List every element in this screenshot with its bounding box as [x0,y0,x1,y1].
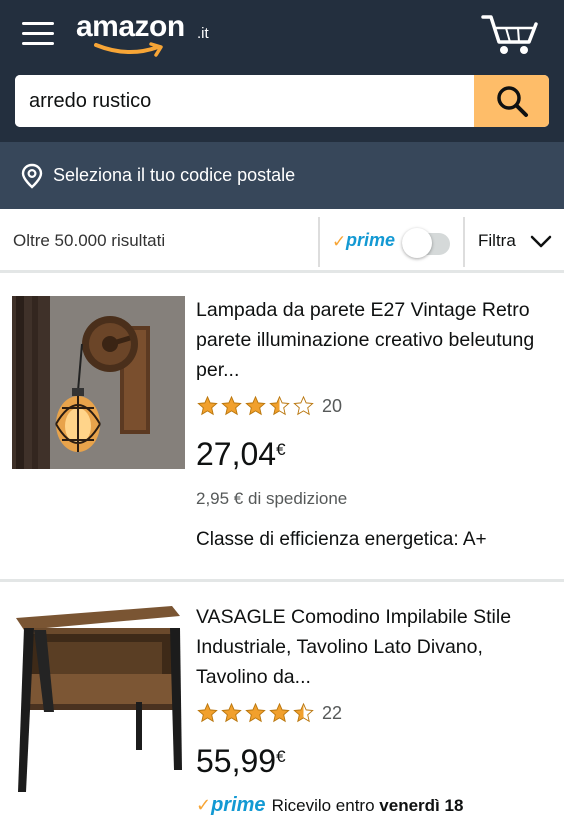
star-full-icon [245,395,266,416]
prime-label: prime [346,230,396,250]
energy-class: Classe di efficienza energetica: A+ [196,529,487,550]
search-button[interactable] [474,75,549,127]
review-count: 22 [322,702,343,723]
product-price: 27,04€ [196,436,286,473]
star-rating[interactable]: 20 [196,395,342,417]
top-header: amazon .it [0,0,564,142]
postal-code-selector[interactable]: Seleziona il tuo codice postale [0,142,564,209]
star-full-icon [245,702,266,723]
delivery-prefix: Ricevilo entro [271,796,375,815]
amazon-logo[interactable]: amazon .it [76,10,226,60]
search-icon [496,86,528,117]
cart-icon[interactable] [480,12,540,56]
prime-badge: prime [211,794,266,816]
star-full-icon [221,395,242,416]
star-full-icon [221,702,242,723]
filter-label: Filtra [478,231,516,250]
filter-button[interactable]: Filtra [478,231,558,257]
location-label: Seleziona il tuo codice postale [53,165,296,185]
star-empty-icon [293,395,314,416]
product-title[interactable]: Lampada da parete E27 Vintage Retro pare… [196,295,544,385]
price-currency: € [276,747,286,766]
chevron-down-icon [530,235,552,248]
delivery-info: ✓prime Ricevilo entro venerdì 18 [196,794,463,820]
logo-smile-icon [94,42,163,57]
product-price: 55,99€ [196,743,286,780]
product-card[interactable]: VASAGLE Comodino Impilabile Stile Indust… [0,585,564,831]
results-filter-bar: Oltre 50.000 risultati ✓ prime Filtra [0,209,564,273]
hamburger-menu-icon[interactable] [22,20,54,46]
star-full-icon [197,702,218,723]
search-bar [15,75,549,127]
product-image-wall-lamp[interactable] [12,296,185,469]
price-currency: € [276,440,286,459]
location-pin-icon [21,163,43,189]
prime-filter-toggle[interactable]: ✓ prime [332,228,452,259]
logo-text: amazon [76,10,185,43]
product-image-nightstand[interactable] [12,602,185,802]
divider [318,217,320,267]
product-title[interactable]: VASAGLE Comodino Impilabile Stile Indust… [196,602,544,692]
search-input[interactable] [15,75,474,127]
prime-check-icon: ✓ [196,795,212,815]
star-full-icon [197,395,218,416]
price-value: 27,04 [196,436,277,472]
product-card[interactable]: Lampada da parete E27 Vintage Retro pare… [0,273,564,582]
star-full-icon [269,702,290,723]
review-count: 20 [322,395,343,416]
logo-suffix: .it [197,25,209,42]
prime-check-icon: ✓ [332,232,347,251]
price-value: 55,99 [196,743,277,779]
star-half-icon [269,395,290,416]
star-half-icon [293,702,314,723]
delivery-date: venerdì 18 [379,796,464,815]
star-rating[interactable]: 22 [196,702,342,724]
shipping-cost: 2,95 € di spedizione [196,489,348,508]
divider [463,217,465,267]
toggle-knob [402,228,432,258]
results-count: Oltre 50.000 risultati [13,231,166,250]
